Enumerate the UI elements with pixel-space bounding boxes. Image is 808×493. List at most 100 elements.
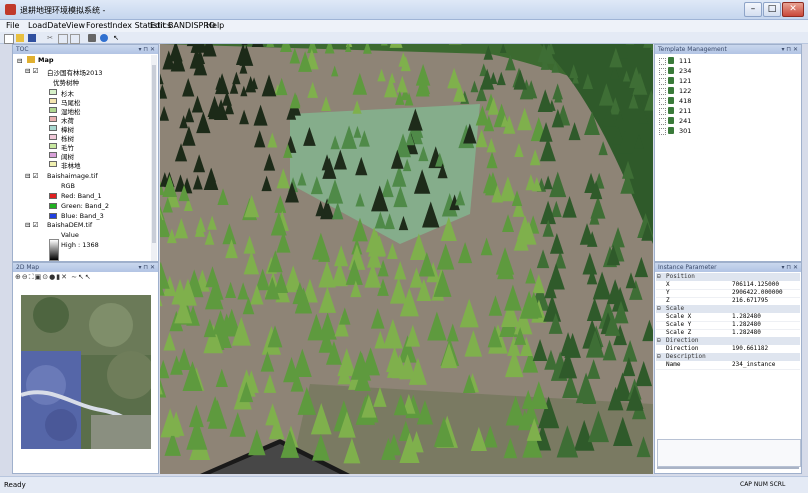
tree-node-icon [659,128,666,135]
minimize-button[interactable]: – [744,2,762,17]
horizontal-scrollbar[interactable] [657,467,799,469]
panel-controls-icon[interactable]: ▾ ⊓ ✕ [138,263,155,272]
pointer-icon[interactable]: ↖ [112,34,120,42]
field-label: 优势树种 [53,79,79,87]
field-label: RGB [61,182,76,190]
param-value[interactable]: 216.671795 [732,297,768,305]
status-text: Ready [4,481,26,489]
legend-swatch [49,161,57,167]
param-row[interactable]: Name 234_instance [656,361,800,370]
tree-model [266,44,275,48]
template-item[interactable]: 418 [659,97,779,106]
tree-node-icon [659,78,666,85]
panel-controls-icon[interactable]: ▾ ⊓ ✕ [781,45,798,54]
menu-file[interactable]: File [6,21,19,30]
model-icon [668,117,674,124]
param-value[interactable]: 1.282480 [732,329,761,337]
dem-high-label: High : 1368 [61,241,99,249]
panel-controls-icon[interactable]: ▾ ⊓ ✕ [781,263,798,272]
model-icon [668,127,674,134]
template-item[interactable]: 122 [659,87,779,96]
app-icon [5,4,16,15]
section-collapse-icon[interactable]: ⊟ [657,353,661,361]
panel-controls-icon[interactable]: ▾ ⊓ ✕ [138,45,155,54]
toc-scroll-thumb[interactable] [152,65,156,243]
map2d-header: 2D Map ▾ ⊓ ✕ [13,263,158,272]
section-label: Scale [666,305,685,312]
template-item[interactable]: 121 [659,77,779,86]
print-icon[interactable] [88,34,96,42]
param-key: Z [666,297,670,304]
layer-checkbox[interactable]: ⊟ ☑ [25,221,38,229]
template-item[interactable]: 211 [659,107,779,116]
map-icon [27,56,35,63]
section-collapse-icon[interactable]: ⊟ [657,273,661,281]
param-section-header[interactable]: ⊟ Scale [656,305,800,313]
param-section-header[interactable]: ⊟ Direction [656,337,800,345]
3d-scene[interactable] [160,44,653,474]
tree-node-icon [659,108,666,115]
param-key: Direction [666,345,699,352]
param-value[interactable]: 2906422.000000 [732,289,783,297]
tree-model [241,44,248,46]
param-section-header[interactable]: ⊟ Description [656,353,800,361]
param-value[interactable]: 190.661182 [732,345,768,353]
field-label: Value [61,231,79,239]
paste-icon[interactable] [70,34,80,44]
param-value[interactable]: 1.282480 [732,321,761,329]
maximize-button[interactable]: □ [763,2,781,17]
menu-edit[interactable]: Edit [150,21,166,30]
menu-view[interactable]: View [66,21,85,30]
band-label: Blue: Band_3 [61,212,104,220]
open-folder-icon[interactable] [16,34,24,42]
cut-icon[interactable]: ✂ [46,34,54,42]
help-icon[interactable] [100,34,108,42]
toc-root-label[interactable]: Map [38,56,54,64]
save-icon[interactable] [28,34,36,42]
param-key: Y [666,289,670,296]
template-item[interactable]: 234 [659,67,779,76]
tree-node-icon [659,88,666,95]
description-box [657,439,801,467]
template-item[interactable]: 111 [659,57,779,66]
template-item[interactable]: 241 [659,117,779,126]
legend-swatch [49,98,57,104]
map-tools-icon[interactable]: ⊕⊖⛶▣⊙●▮✕ ∼↖↖ [15,273,92,282]
toolbar: ✂ ↖ [0,32,808,44]
param-value[interactable]: 706114.125000 [732,281,779,289]
tree-model [625,44,635,45]
section-label: Position [666,273,695,280]
layer-checkbox[interactable]: ⊟ ☑ [25,67,38,75]
menu-forest[interactable]: Forest [86,21,111,30]
param-value[interactable]: 1.282480 [732,313,761,321]
title-bar: 退耕地理环境模拟系统 - – □ ✕ [0,0,808,20]
tree-collapse-icon[interactable]: ⊟ [17,57,22,65]
template-label: 122 [679,87,692,95]
tree-model [380,44,388,46]
toc-panel: TOC ▾ ⊓ ✕ ⊟ Map ⊟ ☑ 白沙国有林场2013 优势树种 杉木 马尾松… [12,44,159,262]
template-header: Template Management ▾ ⊓ ✕ [655,45,801,54]
tree-model [643,44,653,48]
new-file-icon[interactable] [4,34,14,44]
param-section-header[interactable]: ⊟ Position [656,273,800,281]
layer-checkbox[interactable]: ⊟ ☑ [25,172,38,180]
params-title: Instance Parameter [658,264,717,271]
3d-forest-view[interactable] [160,44,653,474]
tree-model [389,44,403,48]
section-collapse-icon[interactable]: ⊟ [657,305,661,313]
close-button[interactable]: ✕ [782,2,804,17]
layer-label[interactable]: BaishaDEM.tif [47,221,92,229]
dem-gradient-swatch [49,239,59,261]
param-key: Name [666,361,681,368]
section-collapse-icon[interactable]: ⊟ [657,337,661,345]
layer-label[interactable]: Baishaimage.tif [47,172,98,180]
template-item[interactable]: 301 [659,127,779,136]
layer-label[interactable]: 白沙国有林场2013 [47,67,103,77]
copy-icon[interactable] [58,34,68,44]
band-label: Green: Band_2 [61,202,110,210]
menu-loaddate[interactable]: LoadDate [28,21,66,30]
param-value[interactable]: 234_instance [732,361,775,369]
param-key: X [666,281,670,288]
satellite-image[interactable] [21,295,151,449]
menu-help[interactable]: Help [206,21,224,30]
